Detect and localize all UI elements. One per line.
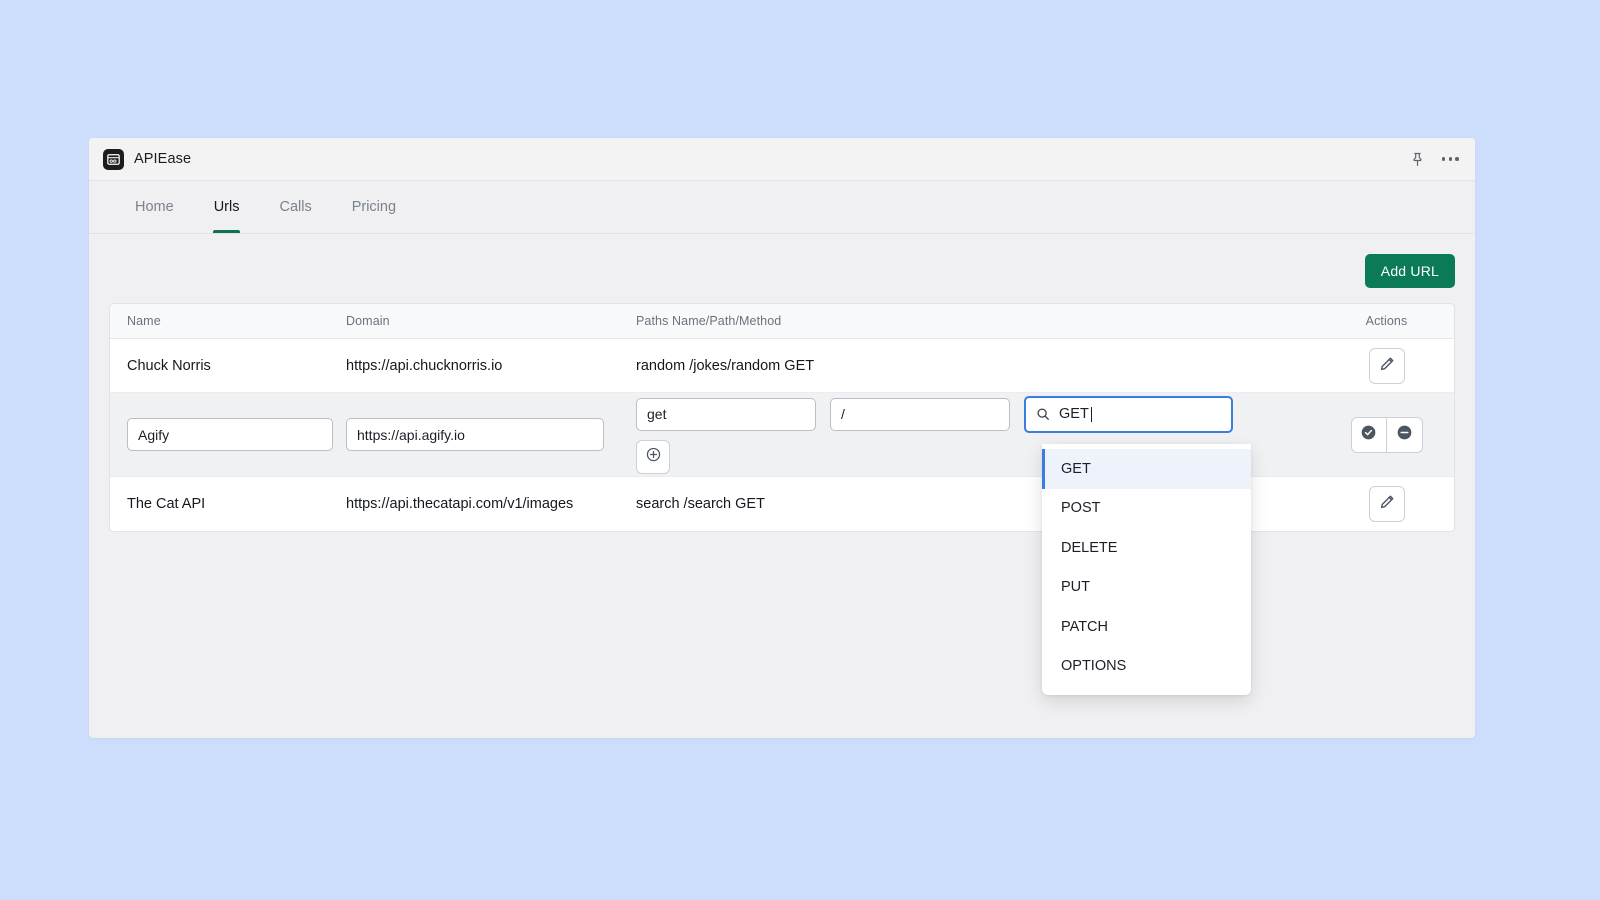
dropdown-option-label: PATCH: [1061, 618, 1108, 635]
main-tabbar: Home Urls Calls Pricing: [89, 181, 1475, 234]
table-row: Chuck Norris https://api.chucknorris.io …: [110, 339, 1454, 393]
tab-pricing-label: Pricing: [351, 199, 397, 215]
edit-domain-cell: [346, 418, 636, 451]
column-header-actions: Actions: [1365, 314, 1408, 328]
app-window: APIEase Home Urls Calls Pricing Add URL …: [89, 138, 1475, 738]
dropdown-option-label: PUT: [1061, 579, 1090, 596]
cancel-edit-button[interactable]: [1386, 416, 1423, 453]
row-domain-value: https://api.chucknorris.io: [346, 357, 503, 374]
method-search-input[interactable]: GET: [1024, 395, 1233, 433]
confirm-edit-button[interactable]: [1350, 416, 1387, 453]
edit-row-button[interactable]: [1368, 486, 1405, 522]
row-domain-value: https://api.thecatapi.com/v1/images: [346, 496, 574, 512]
main-content: Add URL Name Domain Paths Name/Path/Meth…: [89, 234, 1475, 532]
more-options-icon[interactable]: [1441, 157, 1459, 161]
page-root: APIEase Home Urls Calls Pricing Add URL …: [0, 0, 1600, 900]
path-name-input[interactable]: [636, 397, 816, 431]
dropdown-option-label: DELETE: [1061, 539, 1118, 556]
dropdown-option-get[interactable]: GET: [1042, 449, 1251, 489]
tab-urls[interactable]: Urls: [194, 181, 260, 233]
domain-input[interactable]: [346, 418, 604, 451]
window-titlebar: APIEase: [89, 138, 1475, 181]
plus-circle-icon: [645, 446, 662, 467]
dropdown-option-options[interactable]: OPTIONS: [1042, 647, 1251, 687]
browser-window-icon: [103, 148, 124, 170]
column-header-domain: Domain: [346, 314, 390, 328]
table-row: The Cat API https://api.thecatapi.com/v1…: [110, 477, 1454, 531]
name-input[interactable]: [127, 418, 333, 451]
search-icon: [1036, 407, 1050, 421]
method-combobox: GET: [1024, 395, 1233, 433]
table-header-row: Name Domain Paths Name/Path/Method Actio…: [110, 304, 1454, 339]
pin-icon[interactable]: [1410, 152, 1425, 167]
tab-urls-label: Urls: [213, 199, 240, 215]
titlebar-actions: [1410, 152, 1459, 167]
dropdown-option-label: GET: [1061, 460, 1091, 477]
add-path-button[interactable]: [636, 439, 670, 474]
row-name-value: Chuck Norris: [127, 357, 211, 374]
method-dropdown-list: GET POST DELETE PUT PATCH OPTIONS: [1042, 444, 1251, 695]
table-row-editing: GET: [110, 393, 1454, 477]
tab-calls[interactable]: Calls: [259, 181, 331, 233]
check-circle-icon: [1359, 423, 1378, 446]
method-search-value: GET: [1059, 406, 1092, 422]
tab-calls-label: Calls: [279, 199, 312, 215]
row-name-value: The Cat API: [127, 496, 206, 512]
column-header-name: Name: [127, 314, 161, 328]
dropdown-option-label: OPTIONS: [1061, 658, 1127, 675]
edit-row-actions: [1319, 416, 1454, 453]
row-actions: [1319, 347, 1454, 384]
edit-row-button[interactable]: [1368, 347, 1405, 384]
app-title: APIEase: [134, 151, 192, 167]
dropdown-option-put[interactable]: PUT: [1042, 568, 1251, 608]
dropdown-option-delete[interactable]: DELETE: [1042, 528, 1251, 568]
add-url-button[interactable]: Add URL: [1364, 254, 1455, 288]
pencil-icon: [1379, 494, 1395, 514]
urls-table: Name Domain Paths Name/Path/Method Actio…: [109, 303, 1455, 532]
path-entry-row: GET: [636, 395, 1319, 433]
row-actions: [1319, 486, 1454, 522]
tab-home[interactable]: Home: [115, 181, 194, 233]
edit-actions-group: [1350, 416, 1423, 453]
pencil-icon: [1379, 356, 1395, 376]
row-paths-value: random /jokes/random GET: [636, 357, 815, 374]
path-path-input[interactable]: [830, 397, 1010, 431]
tab-pricing[interactable]: Pricing: [332, 181, 416, 233]
column-header-paths: Paths Name/Path/Method: [636, 314, 782, 328]
content-toolbar: Add URL: [109, 254, 1455, 303]
minus-circle-icon: [1395, 423, 1414, 446]
tab-home-label: Home: [135, 199, 174, 215]
dropdown-option-label: POST: [1061, 500, 1101, 517]
dropdown-option-patch[interactable]: PATCH: [1042, 607, 1251, 647]
dropdown-option-post[interactable]: POST: [1042, 489, 1251, 529]
edit-name-cell: [110, 418, 346, 451]
